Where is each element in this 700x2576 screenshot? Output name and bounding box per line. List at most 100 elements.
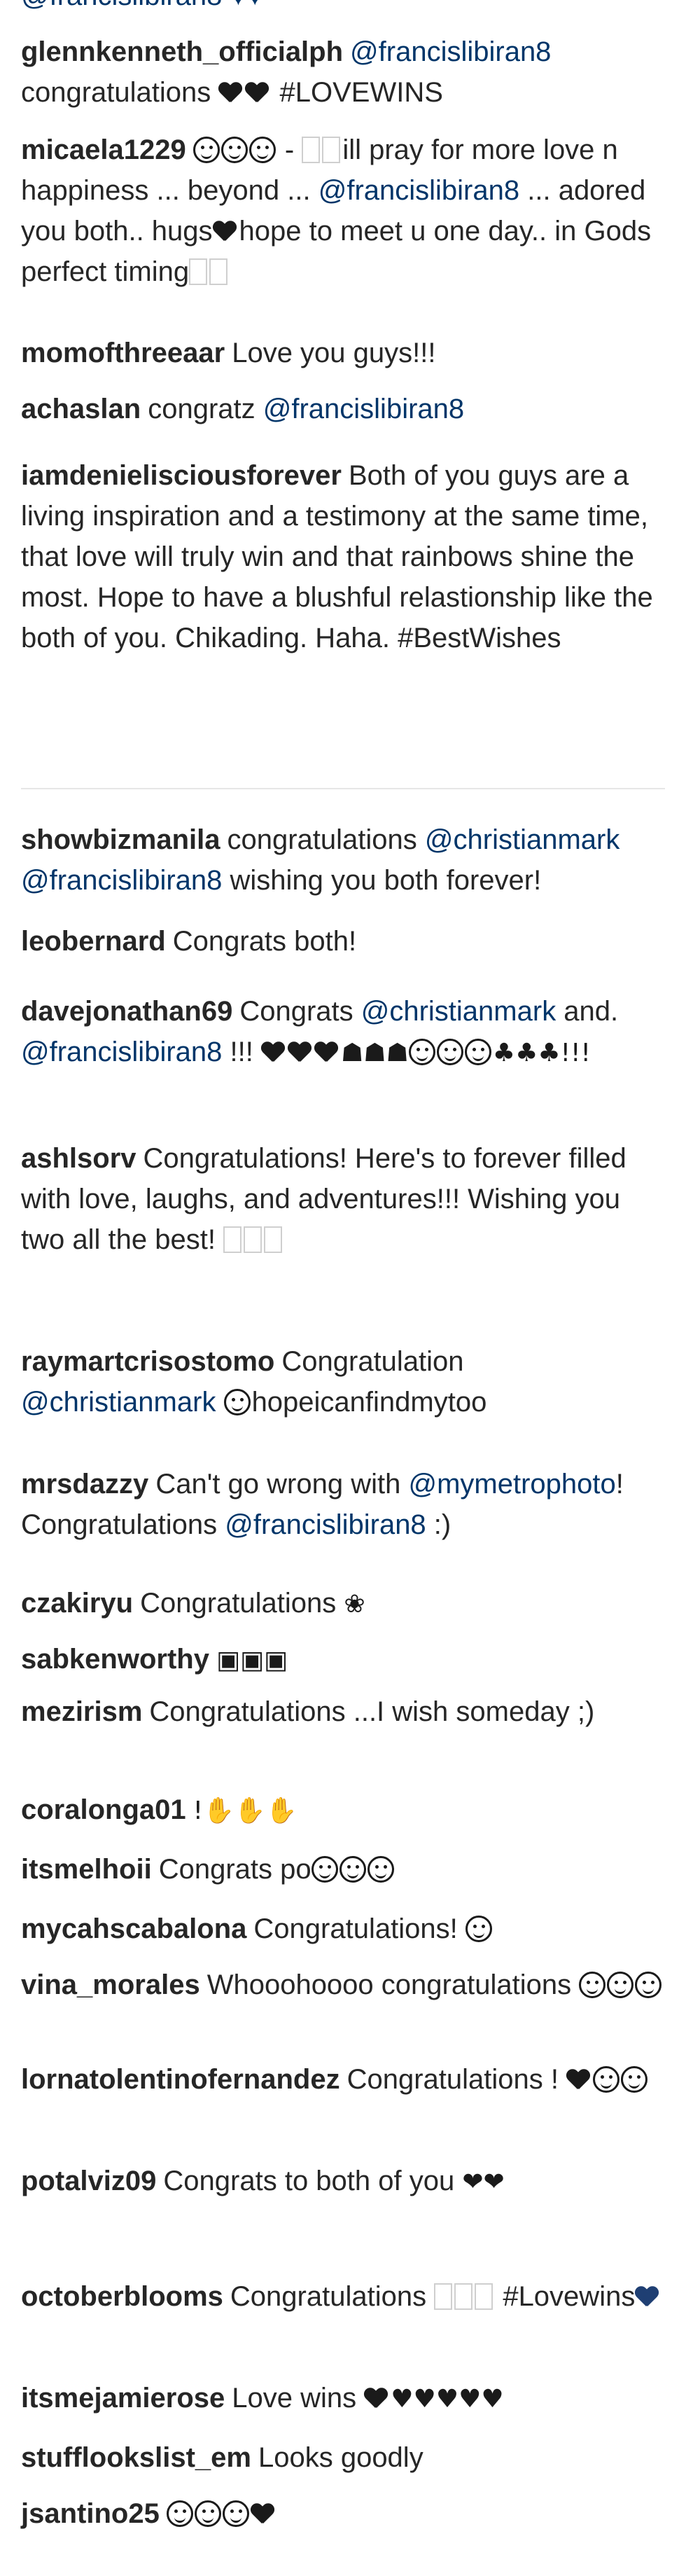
comment-username-link[interactable]: micaela1229 (21, 134, 186, 165)
comment-item: coralonga01 !✋✋✋ (21, 1789, 665, 1831)
comment-text: :) (426, 1509, 451, 1540)
smiley-emoji-icon (367, 1856, 394, 1883)
comment-username-link[interactable]: sabkenworthy (21, 1644, 209, 1675)
emoji-glyphs-icon: ♥♥♥♥♥ (391, 2385, 504, 2414)
smiley-emoji-icon (593, 2066, 620, 2093)
mention-link[interactable]: @francislibiran8 (225, 1509, 426, 1540)
mention-link[interactable]: @francislibiran8 ♥♥ (21, 0, 263, 11)
heart-emoji-icon (245, 83, 269, 104)
emoji-glyphs-icon: ♣♣♣!!! (492, 1039, 591, 1067)
heart-emoji-icon (213, 221, 237, 242)
comment-item: mezirism Congratulations ...I wish someda… (21, 1691, 665, 1732)
comment-username-link[interactable]: lornatolentinofernandez (21, 2064, 340, 2095)
mention-link[interactable]: @francislibiran8 (318, 175, 519, 206)
heart-emoji-icon (314, 1042, 338, 1063)
smiley-emoji-icon (248, 137, 276, 163)
smiley-emoji-icon (464, 1039, 491, 1065)
comment-text: wishing you both forever! (222, 865, 542, 896)
comment-username-link[interactable]: stufflookslist_em (21, 2442, 251, 2473)
comment-username-link[interactable]: leobernard (21, 926, 166, 957)
comment-text: Congratulations ...I wish someday ;) (149, 1696, 595, 1727)
comment-item: leobernard Congrats both! (21, 921, 665, 962)
comment-text (216, 1387, 223, 1418)
heart-emoji-icon (364, 2388, 388, 2409)
emoji-glyphs-icon: !✋✋✋ (192, 1796, 298, 1825)
comment-text: Love you guys!!! (232, 338, 436, 368)
truncated-previous-comment: @francislibiran8 ♥♥ (21, 0, 263, 12)
comment-item: momofthreeaar Love you guys!!! (21, 333, 665, 373)
comment-item: achaslan congratz @francislibiran8 (21, 389, 665, 429)
comment-item: octoberblooms Congratulations #Lovewins (21, 2276, 665, 2317)
smiley-emoji-icon (607, 1972, 634, 1998)
comment-item: mycahscabalona Congratulations! (21, 1909, 665, 1949)
mention-link[interactable]: @francislibiran8 (263, 394, 464, 424)
missing-glyph-icon (189, 258, 208, 285)
comment-text: Congratulations (140, 1588, 344, 1619)
mention-link[interactable]: @francislibiran8 (21, 1037, 222, 1067)
mention-link[interactable]: @francislibiran8 (350, 36, 551, 67)
comment-item: jsantino25 (21, 2493, 665, 2534)
comment-item: glennkenneth_officialph @francislibiran8 … (21, 32, 665, 113)
comment-text: Love wins (232, 2383, 365, 2414)
comment-text: Congratulation (281, 1346, 464, 1377)
comment-item: davejonathan69 Congrats @christianmark an… (21, 991, 665, 1074)
comment-username-link[interactable]: jsantino25 (21, 2498, 160, 2529)
emoji-glyphs-icon: ❀ (344, 1590, 365, 1619)
smiley-emoji-icon (339, 1856, 366, 1883)
comment-username-link[interactable]: mezirism (21, 1696, 142, 1727)
comment-text: congratulations (21, 77, 219, 108)
comments-page: @francislibiran8 ♥♥ glennkenneth_officia… (0, 0, 700, 2576)
comment-item: iamdenielisciousforever Both of you guys … (21, 455, 665, 658)
smiley-emoji-icon (311, 1856, 338, 1883)
comment-username-link[interactable]: glennkenneth_officialph (21, 36, 343, 67)
comment-username-link[interactable]: achaslan (21, 394, 141, 424)
smiley-emoji-icon (408, 1039, 435, 1065)
mention-link[interactable]: @christianmark (21, 1387, 216, 1418)
comment-text: hopeicanfindmytoo (251, 1387, 487, 1418)
heart-emoji-icon (218, 83, 242, 104)
smiley-emoji-icon (635, 1972, 662, 1998)
missing-glyph-icon (244, 1226, 262, 1253)
mention-link[interactable]: @francislibiran8 (21, 865, 222, 896)
mention-link[interactable]: @christianmark (361, 996, 556, 1027)
smiley-emoji-icon (621, 2066, 648, 2093)
missing-glyph-icon (434, 2283, 453, 2310)
comment-username-link[interactable]: momofthreeaar (21, 338, 225, 368)
comment-username-link[interactable]: showbizmanila (21, 824, 220, 855)
comment-text: Can't go wrong with (155, 1469, 409, 1500)
comment-text: Looks goodly (258, 2442, 424, 2473)
comment-username-link[interactable]: itsmelhoii (21, 1854, 152, 1885)
comment-username-link[interactable]: coralonga01 (21, 1794, 186, 1825)
comment-text: Congratulations! (253, 1913, 465, 1944)
comment-username-link[interactable]: davejonathan69 (21, 996, 232, 1027)
mention-link[interactable]: @christianmark (425, 824, 620, 855)
comment-username-link[interactable]: itsmejamierose (21, 2383, 225, 2414)
comment-username-link[interactable]: raymartcrisostomo (21, 1346, 274, 1377)
comment-username-link[interactable]: mycahscabalona (21, 1913, 246, 1944)
comment-username-link[interactable]: iamdenielisciousforever (21, 460, 342, 491)
smiley-emoji-icon (192, 137, 220, 163)
comment-username-link[interactable]: vina_morales (21, 1969, 200, 2000)
comment-text: and. (556, 996, 619, 1027)
comment-text: !!! (222, 1037, 261, 1067)
comment-username-link[interactable]: mrsdazzy (21, 1469, 148, 1500)
comment-item: vina_morales Whooohoooo congratulations (21, 1965, 665, 2005)
comment-username-link[interactable]: czakiryu (21, 1588, 133, 1619)
comment-username-link[interactable]: ashlsorv (21, 1143, 136, 1174)
section-divider (21, 788, 665, 789)
mention-link[interactable]: @mymetrophoto (408, 1469, 615, 1500)
comment-item: ashlsorv Congratulations! Here's to forev… (21, 1138, 665, 1260)
comment-text: Congrats po (158, 1854, 312, 1885)
comment-item: stufflookslist_em Looks goodly (21, 2437, 665, 2478)
comment-item: potalviz09 Congrats to both of you ❤❤ (21, 2161, 665, 2203)
comment-item: itsmejamierose Love wins ♥♥♥♥♥ (21, 2378, 665, 2420)
comment-text: #LOVEWINS (272, 77, 443, 108)
comment-username-link[interactable]: octoberblooms (21, 2281, 223, 2312)
smiley-emoji-icon (222, 2500, 249, 2527)
smiley-emoji-icon (194, 2500, 221, 2527)
comment-text: #Lovewins (495, 2281, 636, 2312)
comment-item: itsmelhoii Congrats po (21, 1849, 665, 1890)
heart-emoji-icon (288, 1042, 312, 1063)
comment-item: raymartcrisostomo Congratulation @christi… (21, 1341, 665, 1422)
comment-username-link[interactable]: potalviz09 (21, 2166, 156, 2196)
